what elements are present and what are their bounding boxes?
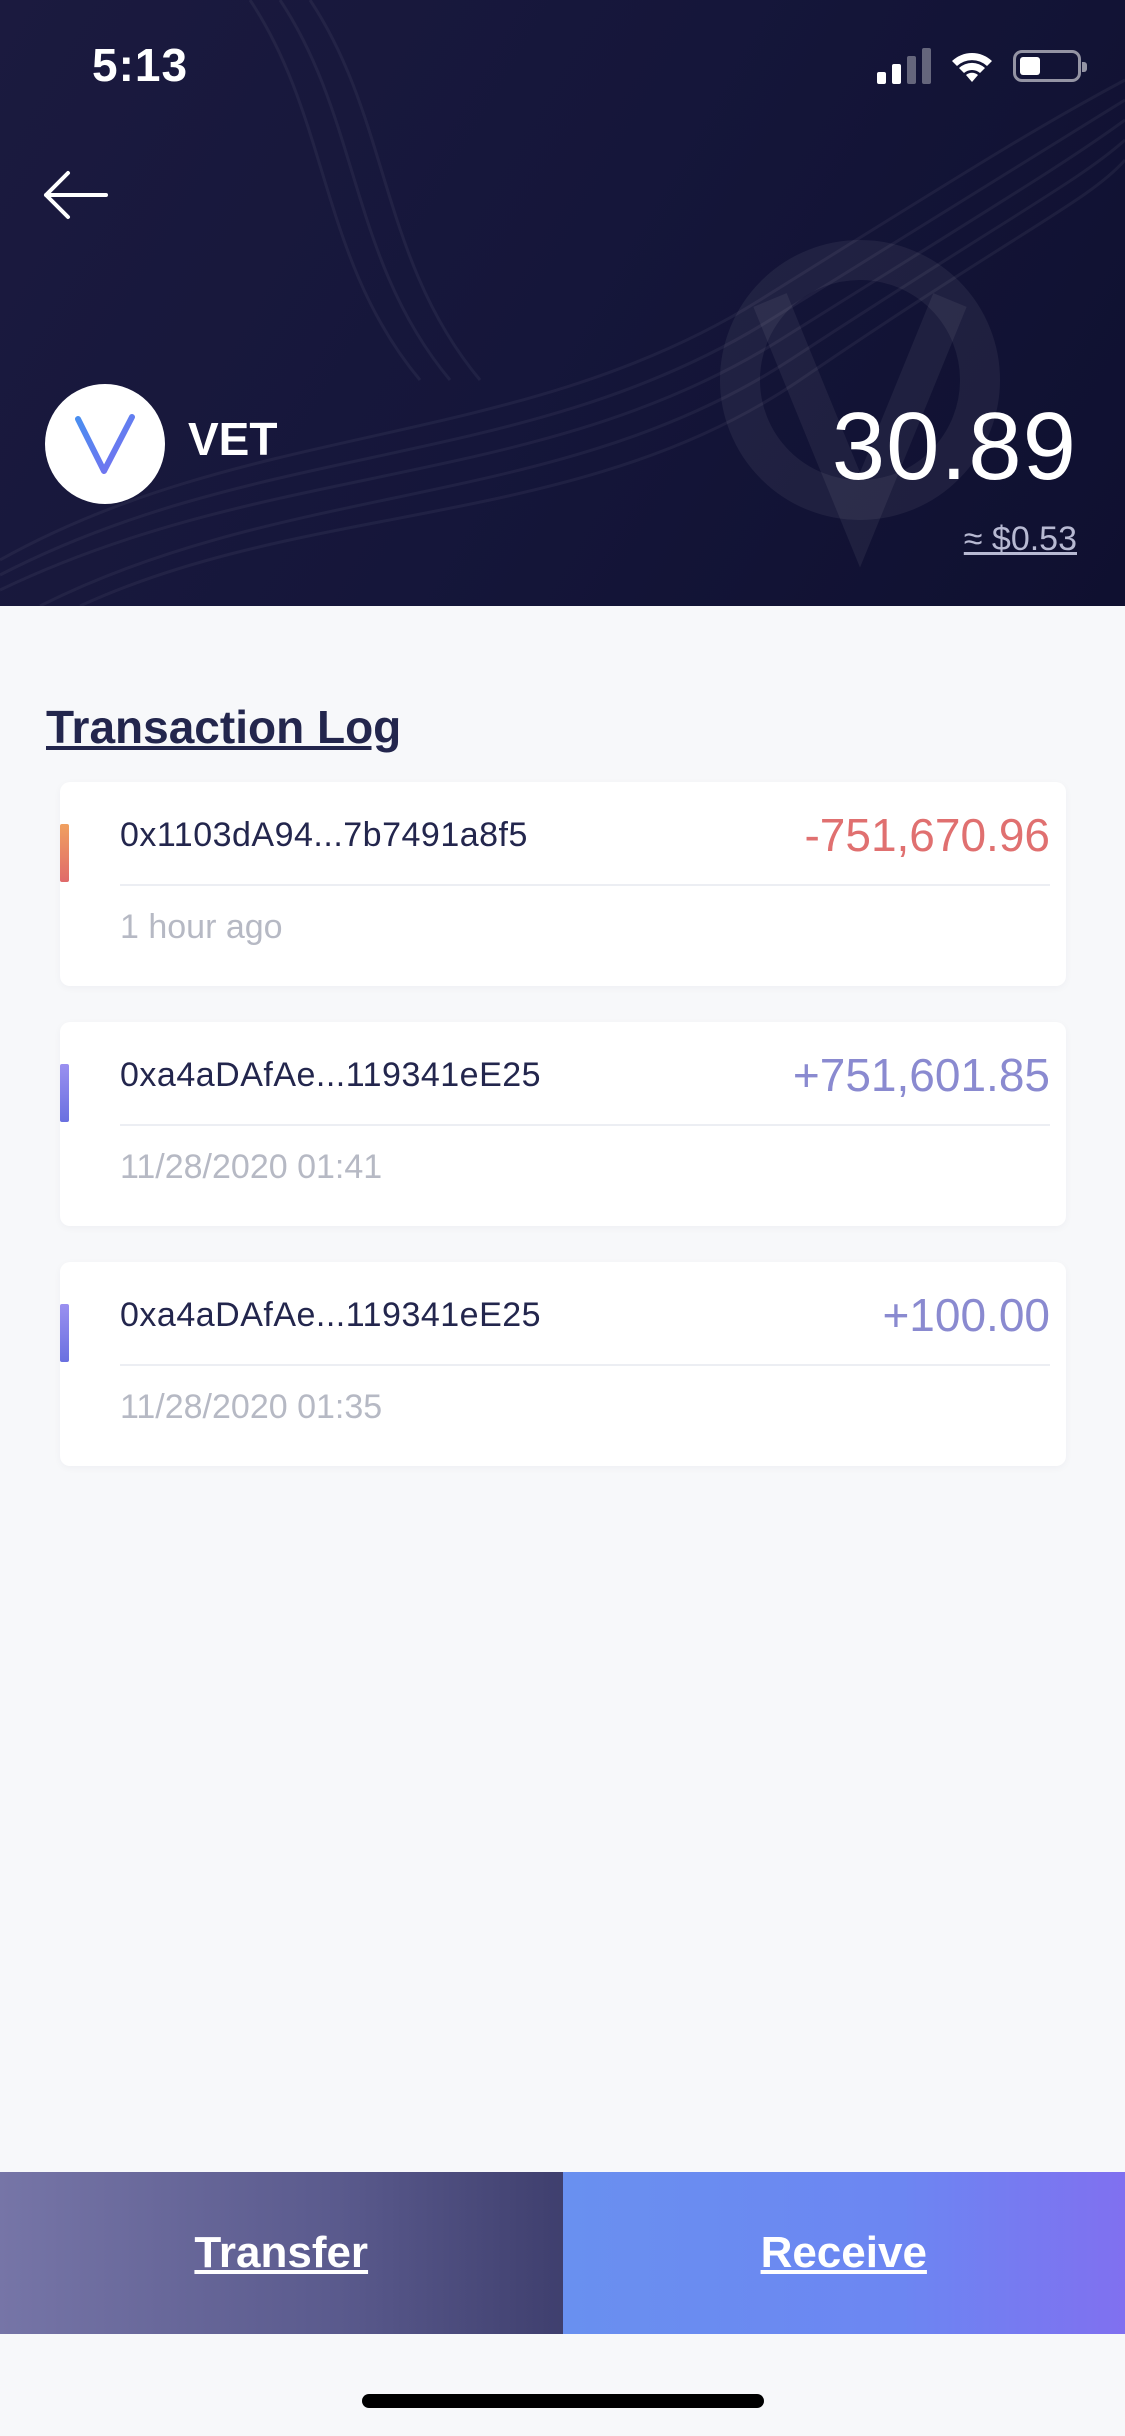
incoming-indicator: [60, 1304, 69, 1362]
transfer-button[interactable]: Transfer: [0, 2172, 563, 2334]
bottom-action-bar: Transfer Receive: [0, 2172, 1125, 2334]
signal-icon: [877, 48, 931, 84]
header: 5:13 VET 30.89 ≈ $0.53: [0, 0, 1125, 606]
outgoing-indicator: [60, 824, 69, 882]
coin-balance: 30.89: [831, 393, 1077, 500]
divider: [120, 1364, 1050, 1366]
transaction-address: 0x1103dA94...7b7491a8f5: [120, 816, 528, 854]
status-time: 5:13: [92, 39, 189, 91]
receive-button[interactable]: Receive: [562, 2172, 1125, 2334]
transaction-amount: +100.00: [882, 1289, 1050, 1341]
transaction-address: 0xa4aDAfAe...119341eE25: [120, 1296, 542, 1334]
transaction-time: 11/28/2020 01:41: [120, 1148, 383, 1186]
arrow-left-icon: [44, 171, 108, 219]
transaction-list: 0x1103dA94...7b7491a8f5 -751,670.96 1 ho…: [60, 782, 1066, 1502]
transaction-amount: -751,670.96: [804, 809, 1050, 861]
transaction-time: 1 hour ago: [120, 908, 283, 946]
status-icons: [877, 48, 1087, 84]
coin-fiat-value[interactable]: ≈ $0.53: [964, 520, 1077, 559]
coin-symbol: VET: [188, 413, 278, 465]
screen: 5:13 VET 30.89 ≈ $0.53 Transaction Log 0…: [0, 0, 1125, 2436]
transaction-time: 11/28/2020 01:35: [120, 1388, 383, 1426]
transaction-address: 0xa4aDAfAe...119341eE25: [120, 1056, 542, 1094]
divider: [120, 1124, 1050, 1126]
transaction-amount: +751,601.85: [792, 1049, 1050, 1101]
transaction-item[interactable]: 0xa4aDAfAe...119341eE25 +751,601.85 11/2…: [60, 1022, 1066, 1226]
vechain-logo-icon: [45, 384, 165, 504]
transaction-item[interactable]: 0xa4aDAfAe...119341eE25 +100.00 11/28/20…: [60, 1262, 1066, 1466]
incoming-indicator: [60, 1064, 69, 1122]
wifi-icon: [952, 53, 992, 82]
divider: [120, 884, 1050, 886]
transaction-item[interactable]: 0x1103dA94...7b7491a8f5 -751,670.96 1 ho…: [60, 782, 1066, 986]
back-button[interactable]: [40, 165, 120, 235]
battery-icon: [1013, 50, 1087, 82]
home-indicator[interactable]: [362, 2394, 764, 2408]
transaction-log-title[interactable]: Transaction Log: [46, 700, 401, 754]
